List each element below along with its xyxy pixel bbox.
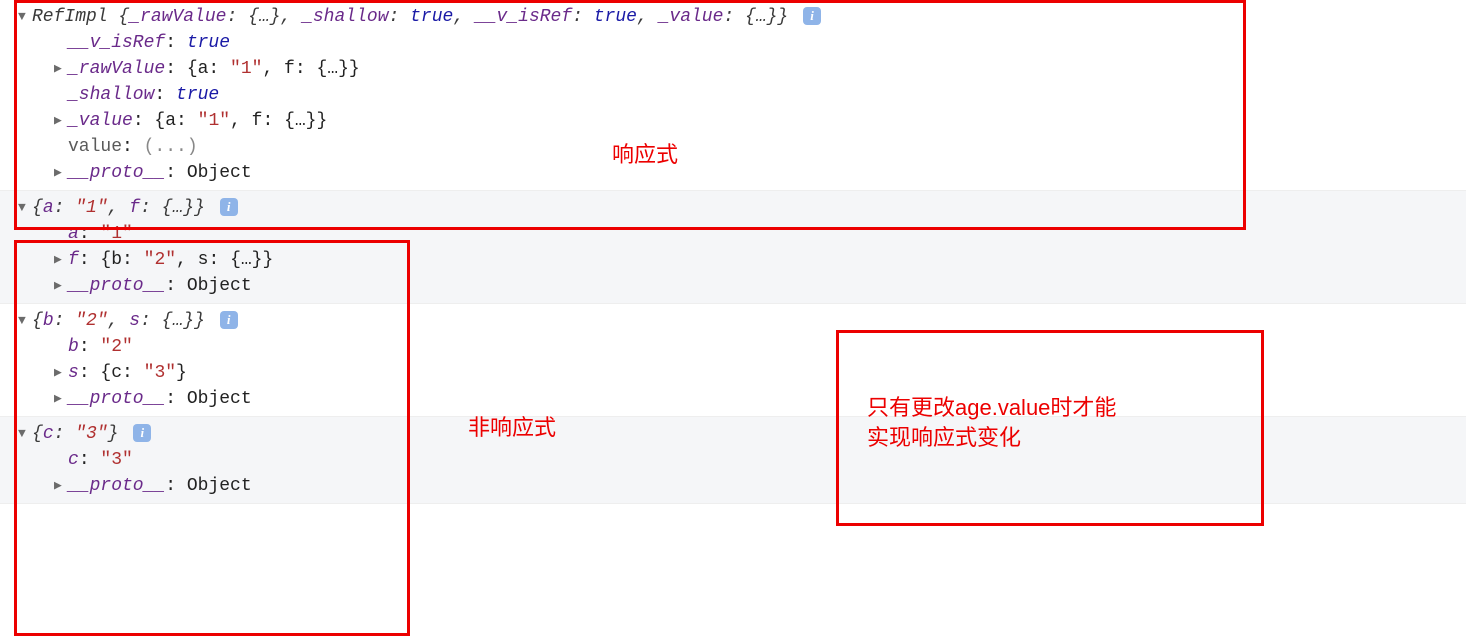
val-s: {…} [230, 250, 262, 270]
obj-a-summary[interactable]: {a: "1", f: {…}} i [18, 195, 1466, 221]
prop-s[interactable]: s: {c: "3"} [54, 360, 1466, 386]
disclosure-right-icon[interactable] [54, 160, 68, 186]
prop-a: a: "1" [54, 221, 1466, 247]
val: true [176, 85, 219, 105]
obj-b-summary[interactable]: {b: "2", s: {…}} i [18, 308, 1466, 334]
val: true [187, 33, 230, 53]
disclosure-right-icon[interactable] [54, 473, 68, 499]
prop-proto[interactable]: __proto__: Object [54, 473, 1466, 499]
key: b [68, 337, 79, 357]
val[interactable]: (...) [144, 137, 198, 157]
val-a: "1" [198, 111, 230, 131]
prop-b: b: "2" [54, 334, 1466, 360]
shallow-summary: true [410, 7, 453, 27]
v-b: "2" [75, 311, 107, 331]
raw-value-summary: {…} [248, 7, 280, 27]
key: s [68, 363, 79, 383]
disclosure-right-icon[interactable] [54, 386, 68, 412]
prop-value[interactable]: _value: {a: "1", f: {…}} [54, 108, 1466, 134]
info-icon[interactable]: i [220, 311, 238, 329]
info-icon[interactable]: i [220, 198, 238, 216]
val: Object [187, 276, 252, 296]
info-icon[interactable]: i [803, 7, 821, 25]
key: c [68, 450, 79, 470]
key: __proto__ [68, 389, 165, 409]
disclosure-right-icon[interactable] [54, 108, 68, 134]
value-summary: {…} [745, 7, 777, 27]
v-s: {…} [162, 311, 194, 331]
key: __proto__ [68, 476, 165, 496]
val-c: "3" [144, 363, 176, 383]
key: f [68, 250, 79, 270]
k-f: f [129, 198, 140, 218]
console-entry-refimpl: RefImpl {_rawValue: {…}, _shallow: true,… [0, 0, 1466, 191]
refimpl-summary-line[interactable]: RefImpl {_rawValue: {…}, _shallow: true,… [18, 4, 1466, 30]
val: Object [187, 389, 252, 409]
console-entry-obj-c: {c: "3"} i c: "3" __proto__: Object [0, 417, 1466, 504]
val-f: {…} [316, 59, 348, 79]
key: __v_isRef [68, 33, 165, 53]
disclosure-down-icon[interactable] [18, 4, 32, 30]
disclosure-down-icon[interactable] [18, 195, 32, 221]
k-s: s [129, 311, 140, 331]
prop-shallow: _shallow: true [54, 82, 1466, 108]
key: value [68, 137, 122, 157]
v-f: {…} [162, 198, 194, 218]
val-f: {…} [284, 111, 316, 131]
prop-f[interactable]: f: {b: "2", s: {…}} [54, 247, 1466, 273]
console-entry-obj-a: {a: "1", f: {…}} i a: "1" f: {b: "2", s:… [0, 191, 1466, 304]
disclosure-down-icon[interactable] [18, 421, 32, 447]
class-name: RefImpl [32, 7, 108, 27]
k-a: a [43, 198, 54, 218]
key: a [68, 224, 79, 244]
v-c: "3" [75, 424, 107, 444]
key: _rawValue [68, 59, 165, 79]
val: "3" [100, 450, 132, 470]
key: __proto__ [68, 276, 165, 296]
disclosure-right-icon[interactable] [54, 273, 68, 299]
val-b: "2" [144, 250, 176, 270]
v-a: "1" [75, 198, 107, 218]
disclosure-right-icon[interactable] [54, 56, 68, 82]
disclosure-right-icon[interactable] [54, 360, 68, 386]
k-c: c [43, 424, 54, 444]
val: "2" [100, 337, 132, 357]
prop-rawvalue[interactable]: _rawValue: {a: "1", f: {…}} [54, 56, 1466, 82]
key: _value [68, 111, 133, 131]
val: "1" [100, 224, 132, 244]
prop-proto[interactable]: __proto__: Object [54, 386, 1466, 412]
disclosure-down-icon[interactable] [18, 308, 32, 334]
key: __proto__ [68, 163, 165, 183]
val: Object [187, 163, 252, 183]
prop-v-isref: __v_isRef: true [54, 30, 1466, 56]
key: _shallow [68, 85, 154, 105]
prop-c: c: "3" [54, 447, 1466, 473]
val: Object [187, 476, 252, 496]
obj-c-summary[interactable]: {c: "3"} i [18, 421, 1466, 447]
console-entry-obj-b: {b: "2", s: {…}} i b: "2" s: {c: "3"} __… [0, 304, 1466, 417]
prop-proto[interactable]: __proto__: Object [54, 160, 1466, 186]
val-a: "1" [230, 59, 262, 79]
prop-proto[interactable]: __proto__: Object [54, 273, 1466, 299]
k-b: b [43, 311, 54, 331]
prop-getter-value[interactable]: value: (...) [54, 134, 1466, 160]
isref-summary: true [594, 7, 637, 27]
disclosure-right-icon[interactable] [54, 247, 68, 273]
info-icon[interactable]: i [133, 424, 151, 442]
